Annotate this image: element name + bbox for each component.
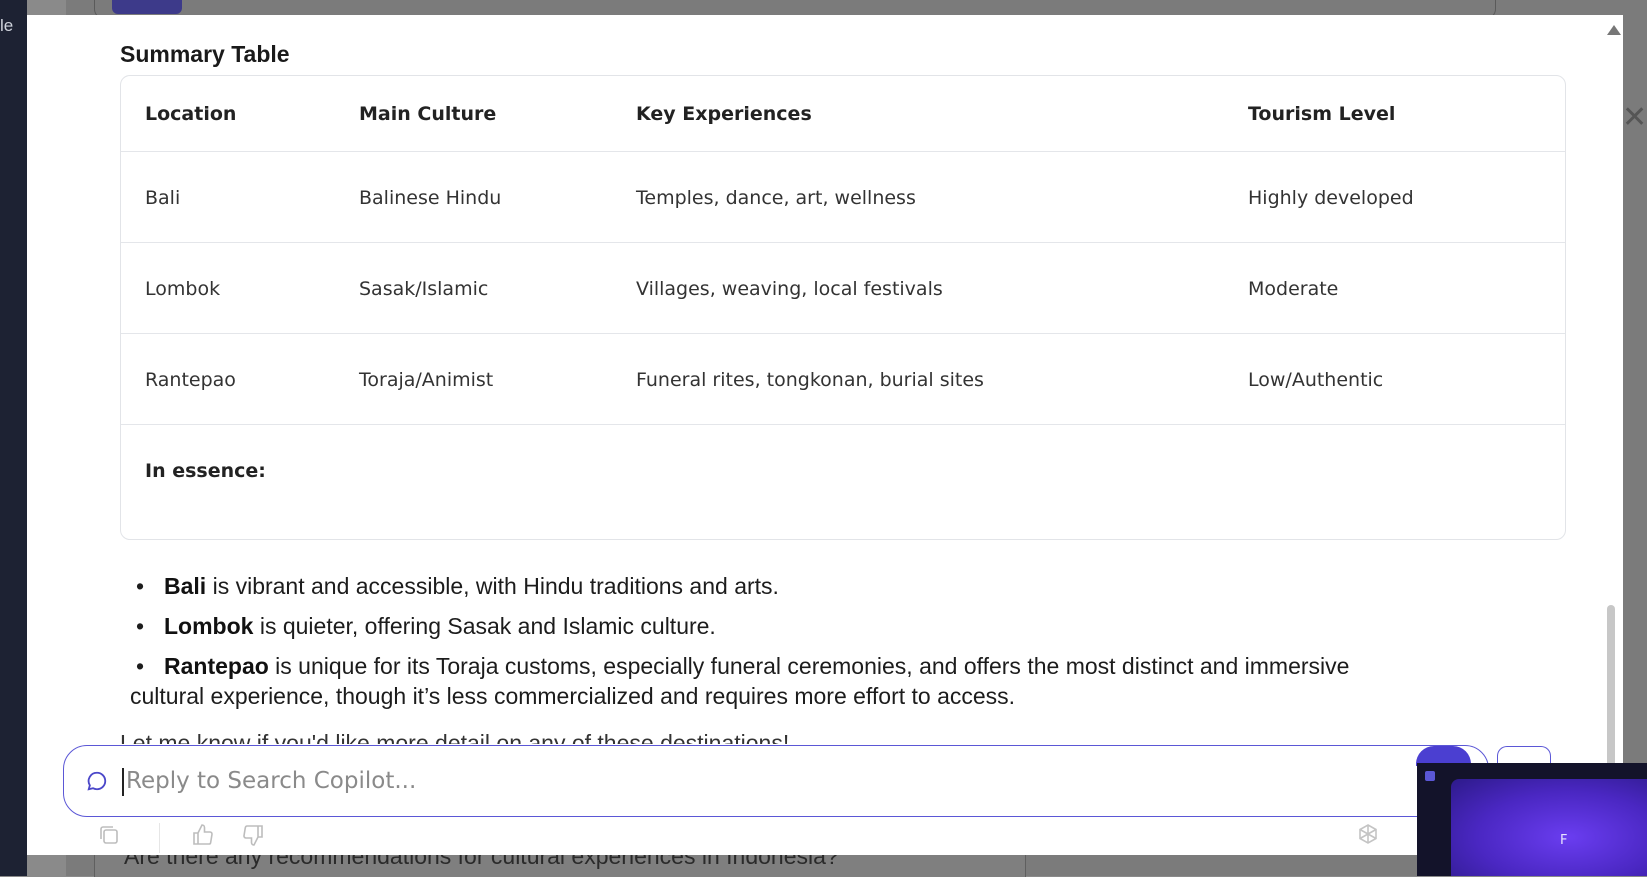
table-header-row: Location Main Culture Key Experiences To… — [121, 76, 1565, 152]
video-avatar-letter: F — [1560, 833, 1568, 848]
thumbs-down-icon[interactable] — [241, 823, 265, 847]
background-left-strip: le — [0, 0, 27, 876]
table-cell: Low/Authentic — [1248, 369, 1384, 391]
copilot-modal: Summary Table Location Main Culture Key … — [27, 15, 1623, 855]
bot-icon[interactable] — [1356, 823, 1380, 847]
bullet-text: is unique for its Toraja customs, especi… — [268, 653, 1350, 679]
reply-input[interactable] — [124, 760, 1328, 802]
video-preview — [1451, 779, 1647, 876]
table-row: Bali Balinese Hindu Temples, dance, art,… — [121, 152, 1565, 243]
bullet-bold: Lombok — [164, 613, 254, 639]
list-item: Lombok is quieter, offering Sasak and Is… — [130, 611, 1560, 641]
table-cell: Rantepao — [145, 369, 236, 391]
video-widget[interactable]: F — [1417, 763, 1647, 876]
closing-message: Let me know if you'd like more detail on… — [120, 730, 790, 744]
column-header-main-culture: Main Culture — [359, 103, 497, 125]
summary-table: Location Main Culture Key Experiences To… — [120, 75, 1566, 540]
bullet-bold: Rantepao — [164, 653, 269, 679]
table-cell: Lombok — [145, 278, 221, 300]
list-item: Bali is vibrant and accessible, with Hin… — [130, 571, 1560, 601]
video-badge-icon — [1425, 771, 1435, 781]
summary-table-title: Summary Table — [120, 41, 290, 67]
chat-bubble-icon — [87, 771, 107, 791]
table-cell: Villages, weaving, local festivals — [636, 278, 943, 300]
bullet-text: is vibrant and accessible, with Hindu tr… — [206, 573, 779, 599]
table-cell: Bali — [145, 187, 181, 209]
scroll-up-icon[interactable] — [1607, 25, 1621, 35]
background-tool-icon: ✕ — [1622, 101, 1647, 134]
table-cell: Temples, dance, art, wellness — [636, 187, 916, 209]
table-cell: Sasak/Islamic — [359, 278, 489, 300]
thumbs-up-icon[interactable] — [191, 823, 215, 847]
column-header-location: Location — [145, 103, 237, 125]
action-divider — [159, 823, 160, 853]
column-header-tourism-level: Tourism Level — [1248, 103, 1396, 125]
bullet-bold: Bali — [164, 573, 207, 599]
table-cell: Funeral rites, tongkonan, burial sites — [636, 369, 984, 391]
table-cell: Balinese Hindu — [359, 187, 502, 209]
table-cell: Highly developed — [1248, 187, 1414, 209]
background-pill-button — [112, 0, 182, 14]
background-fragment-text: le — [0, 16, 14, 35]
table-cell: Toraja/Animist — [359, 369, 494, 391]
table-row: Rantepao Toraja/Animist Funeral rites, t… — [121, 334, 1565, 425]
reply-box[interactable] — [63, 745, 1489, 817]
summary-bullet-list: Bali is vibrant and accessible, with Hin… — [130, 571, 1560, 721]
essence-label: In essence: — [145, 460, 266, 482]
table-row-essence: In essence: — [121, 425, 1565, 515]
bullet-text: is quieter, offering Sasak and Islamic c… — [253, 613, 716, 639]
bullet-text-continued: cultural experience, though it’s less co… — [130, 683, 1016, 709]
table-cell: Moderate — [1248, 278, 1339, 300]
copy-icon[interactable] — [97, 823, 121, 847]
column-header-key-experiences: Key Experiences — [636, 103, 812, 125]
list-item: Rantepao is unique for its Toraja custom… — [130, 651, 1560, 711]
table-row: Lombok Sasak/Islamic Villages, weaving, … — [121, 243, 1565, 334]
